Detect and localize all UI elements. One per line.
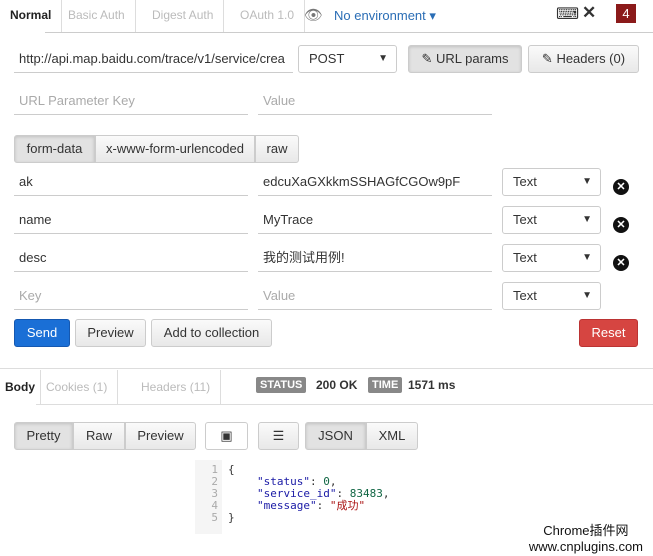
time-value: 1571 ms (408, 378, 456, 392)
tab-raw[interactable]: raw (255, 135, 299, 163)
eye-icon: 👁 (304, 7, 324, 24)
value-input[interactable]: 我的测试用例! (258, 244, 492, 272)
tab-normal[interactable]: Normal (0, 0, 63, 32)
keyboard-icon[interactable]: ⌨ (556, 4, 579, 24)
time-badge: TIME (368, 377, 403, 393)
tab-digest-auth[interactable]: Digest Auth (142, 0, 225, 32)
json-button[interactable]: JSON (305, 422, 366, 450)
url-input[interactable]: http://api.map.baidu.com/trace/v1/servic… (14, 45, 293, 73)
reset-button[interactable]: Reset (579, 319, 638, 347)
key-input[interactable]: desc (14, 244, 248, 272)
method-value: POST (309, 51, 345, 66)
headers-button[interactable]: ✎ Headers (0) (528, 45, 639, 73)
value-input[interactable]: edcuXaGXkkmSSHAGfCGOw9pF (258, 168, 492, 196)
xml-button[interactable]: XML (366, 422, 418, 450)
watermark: Chrome插件网 www.cnplugins.com (528, 523, 643, 554)
url-params-label: URL params (436, 51, 509, 66)
tab-body[interactable]: Body (0, 370, 41, 404)
headers-label: Headers (0) (556, 51, 626, 66)
url-param-key-input[interactable]: URL Parameter Key (14, 87, 248, 115)
type-value: Text (513, 250, 537, 265)
remove-icon[interactable]: ✕ (613, 217, 629, 233)
url-params-button[interactable]: ✎ URL params (408, 45, 522, 73)
status-badge: STATUS (256, 377, 307, 393)
tab-form-data[interactable]: form-data (14, 135, 95, 163)
type-select[interactable]: Text ▼ (502, 282, 601, 310)
remove-icon[interactable]: ✕ (613, 179, 629, 195)
fullscreen-icon[interactable]: ▣ (205, 422, 248, 450)
notification-badge[interactable]: 4 (616, 4, 636, 23)
pretty-button[interactable]: Pretty (14, 422, 73, 450)
tab-response-headers[interactable]: Headers (11) (131, 370, 222, 404)
tab-urlencoded[interactable]: x-www-form-urlencoded (95, 135, 255, 163)
add-to-collection-button[interactable]: Add to collection (151, 319, 272, 347)
preview-response-button[interactable]: Preview (125, 422, 196, 450)
tab-cookies[interactable]: Cookies (1) (36, 370, 119, 404)
key-input[interactable]: ak (14, 168, 248, 196)
wrap-lines-icon[interactable]: ☰ (258, 422, 299, 450)
type-select[interactable]: Text ▼ (502, 168, 601, 196)
key-input[interactable]: Key (14, 282, 248, 310)
value-input[interactable]: Value (258, 282, 492, 310)
send-button[interactable]: Send (14, 319, 70, 347)
remove-icon[interactable]: ✕ (613, 255, 629, 271)
type-value: Text (513, 288, 537, 303)
type-select[interactable]: Text ▼ (502, 206, 601, 234)
preview-button[interactable]: Preview (75, 319, 146, 347)
type-value: Text (513, 174, 537, 189)
method-select[interactable]: POST ▼ (298, 45, 397, 73)
environment-label: No environment (334, 8, 426, 23)
line-numbers: 12345 (195, 460, 222, 534)
key-input[interactable]: name (14, 206, 248, 234)
raw-button[interactable]: Raw (73, 422, 125, 450)
tab-basic-auth[interactable]: Basic Auth (58, 0, 136, 32)
type-select[interactable]: Text ▼ (502, 244, 601, 272)
response-body: { "status": 0, "service_id": 83483, "mes… (228, 463, 390, 524)
url-param-value-input[interactable]: Value (258, 87, 492, 115)
tab-oauth[interactable]: OAuth 1.0 (230, 0, 306, 32)
tools-icon[interactable]: ✕ (582, 3, 596, 23)
status-value: 200 OK (316, 378, 358, 392)
value-input[interactable]: MyTrace (258, 206, 492, 234)
type-value: Text (513, 212, 537, 227)
environment-dropdown[interactable]: No environment ▾ (334, 8, 436, 24)
